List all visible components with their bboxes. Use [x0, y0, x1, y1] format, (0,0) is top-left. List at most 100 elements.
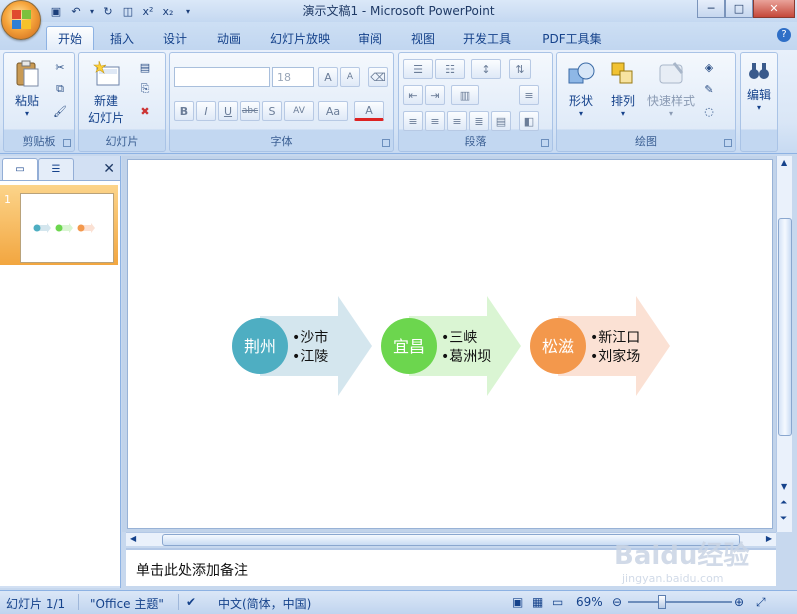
justify-button[interactable]: ≣ — [469, 111, 489, 131]
slide-canvas[interactable]: 荆州 •沙市 •江陵 宜昌 •三峡 •葛洲坝 松滋 •新江口 •刘家场 — [127, 159, 773, 529]
scroll-left-icon[interactable]: ◀ — [130, 534, 136, 543]
grow-font-button[interactable]: A — [318, 67, 338, 87]
shape-outline-icon[interactable]: ✎ — [701, 81, 717, 97]
close-button[interactable]: ✕ — [753, 0, 795, 18]
shape-fill-icon[interactable]: ◈ — [701, 59, 717, 75]
tab-slides-icon[interactable]: ▭ — [2, 158, 38, 180]
columns-button[interactable]: ▥ — [451, 85, 479, 105]
spellcheck-icon[interactable]: ✔ — [186, 595, 196, 609]
tab-developer[interactable]: 开发工具 — [454, 26, 520, 50]
paste-icon — [16, 60, 39, 87]
tab-review[interactable]: 审阅 — [348, 26, 392, 50]
numbering-button[interactable]: ☷ — [435, 59, 465, 79]
close-pane-icon[interactable]: ✕ — [103, 161, 115, 177]
tab-home[interactable]: 开始 — [46, 26, 94, 50]
drawing-launcher-icon[interactable] — [724, 139, 732, 147]
underline-button[interactable]: U — [218, 101, 238, 121]
shadow-button[interactable]: S — [262, 101, 282, 121]
zoom-slider-thumb[interactable] — [658, 595, 666, 609]
line-spacing-button[interactable]: ↕ — [471, 59, 501, 79]
shapes-label: 形状 — [568, 94, 593, 108]
paragraph-group-label: 段落 — [464, 135, 487, 148]
align-text-button[interactable]: ≡ — [519, 85, 539, 105]
vertical-scroll-thumb[interactable] — [778, 218, 792, 436]
clear-format-icon[interactable]: ⌫ — [368, 67, 388, 87]
scroll-right-icon[interactable]: ▶ — [766, 534, 772, 543]
slide-thumbnail-selected[interactable]: 1 — [0, 185, 118, 265]
notes-placeholder[interactable]: 单击此处添加备注 — [136, 560, 248, 580]
process-step[interactable]: 荆州 •沙市 •江陵 — [232, 296, 372, 396]
editing-button[interactable]: 编辑 ▾ — [743, 59, 775, 112]
font-launcher-icon[interactable] — [382, 139, 390, 147]
help-icon[interactable]: ? — [777, 28, 791, 42]
step-city-label: 宜昌 — [393, 337, 425, 356]
cut-icon[interactable]: ✂ — [52, 59, 68, 75]
shrink-font-button[interactable]: A — [340, 67, 360, 87]
slides-pane: ▭ ☰ ✕ 1 — [0, 156, 121, 588]
office-button[interactable] — [1, 0, 41, 40]
copy-icon[interactable]: ⧉ — [52, 81, 68, 97]
font-color-button[interactable]: A — [354, 101, 384, 121]
char-spacing-button[interactable]: AV — [284, 101, 314, 121]
vertical-scrollbar[interactable]: ▲ ▼ ⏶ ⏷ — [776, 156, 792, 532]
decrease-indent-button[interactable]: ⇤ — [403, 85, 423, 105]
tab-pdf-tools[interactable]: PDF工具集 — [532, 26, 612, 50]
normal-view-icon[interactable]: ▣ — [512, 595, 523, 609]
minimize-button[interactable]: ─ — [697, 0, 725, 18]
next-slide-icon[interactable]: ⏷ — [780, 514, 787, 524]
zoom-in-icon[interactable]: ⊕ — [734, 595, 744, 609]
smartart-convert-button[interactable]: ◧ — [519, 111, 539, 131]
text-direction-button[interactable]: ⇅ — [509, 59, 531, 79]
tab-outline-icon[interactable]: ☰ — [38, 158, 74, 180]
increase-indent-button[interactable]: ⇥ — [425, 85, 445, 105]
scroll-down-icon[interactable]: ▼ — [781, 482, 787, 491]
reset-icon[interactable]: ⎘ — [137, 81, 153, 97]
horizontal-scrollbar[interactable]: ◀ ▶ — [126, 532, 776, 546]
slide-sorter-icon[interactable]: ▦ — [532, 595, 543, 609]
align-right-button[interactable]: ≡ — [447, 111, 467, 131]
shape-effects-icon[interactable]: ◌ — [701, 103, 717, 119]
paragraph-launcher-icon[interactable] — [541, 139, 549, 147]
horizontal-scroll-thumb[interactable] — [162, 534, 740, 546]
notes-pane[interactable]: 单击此处添加备注 — [126, 548, 776, 586]
bullets-button[interactable]: ☰ — [403, 59, 433, 79]
quick-styles-button[interactable]: 快速样式 ▾ — [645, 59, 697, 118]
strikethrough-button[interactable]: abc — [240, 101, 260, 121]
shapes-button[interactable]: 形状 ▾ — [561, 59, 601, 118]
zoom-slider[interactable] — [628, 601, 732, 603]
clipboard-launcher-icon[interactable] — [63, 139, 71, 147]
tab-insert[interactable]: 插入 — [100, 26, 144, 50]
change-case-button[interactable]: Aa — [318, 101, 348, 121]
layout-icon[interactable]: ▤ — [137, 59, 153, 75]
tab-view[interactable]: 视图 — [400, 26, 446, 50]
arrange-button[interactable]: 排列 ▾ — [603, 59, 643, 118]
smartart-diagram[interactable]: 荆州 •沙市 •江陵 宜昌 •三峡 •葛洲坝 松滋 •新江口 •刘家场 — [128, 160, 774, 530]
align-center-button[interactable]: ≡ — [425, 111, 445, 131]
italic-button[interactable]: I — [196, 101, 216, 121]
tab-slideshow[interactable]: 幻灯片放映 — [262, 26, 338, 50]
delete-slide-icon[interactable]: ✖ — [137, 103, 153, 119]
arrange-icon — [611, 62, 633, 84]
tab-design[interactable]: 设计 — [152, 26, 198, 50]
align-left-button[interactable]: ≡ — [403, 111, 423, 131]
zoom-level[interactable]: 69% — [576, 595, 603, 609]
distribute-button[interactable]: ▤ — [491, 111, 511, 131]
process-step[interactable]: 松滋 •新江口 •刘家场 — [530, 296, 670, 396]
process-step[interactable]: 宜昌 •三峡 •葛洲坝 — [381, 296, 521, 396]
language[interactable]: 中文(简体，中国) — [218, 595, 311, 612]
paste-button[interactable]: 粘贴 ▾ — [8, 59, 46, 118]
scroll-up-icon[interactable]: ▲ — [781, 158, 787, 167]
new-slide-button[interactable]: 新建 幻灯片 — [83, 59, 129, 126]
fit-to-window-icon[interactable]: ⤢ — [756, 595, 766, 610]
previous-slide-icon[interactable]: ⏶ — [780, 498, 787, 508]
zoom-out-icon[interactable]: ⊖ — [612, 595, 622, 609]
format-painter-icon[interactable]: 🖌 — [52, 103, 68, 119]
tab-animations[interactable]: 动画 — [204, 26, 254, 50]
thumb-circle — [55, 224, 63, 232]
slideshow-view-icon[interactable]: ▭ — [552, 595, 563, 609]
bold-button[interactable]: B — [174, 101, 194, 121]
font-size-combo[interactable]: 18 — [272, 67, 314, 87]
font-name-combo[interactable] — [174, 67, 270, 87]
thumb-circle — [33, 224, 41, 232]
maximize-button[interactable]: □ — [725, 0, 753, 18]
